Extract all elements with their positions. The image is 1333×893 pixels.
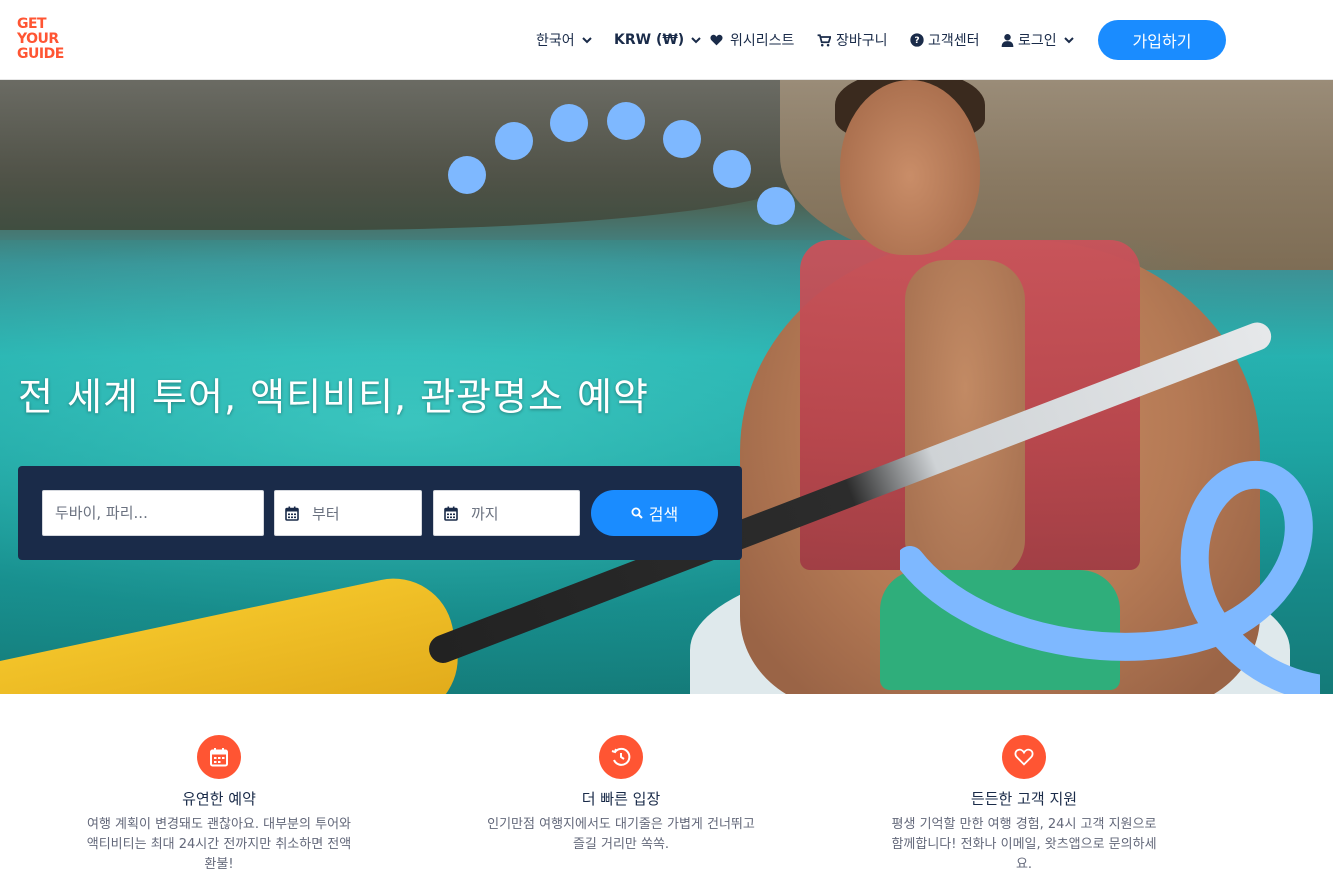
calendar-icon (285, 506, 299, 521)
search-button[interactable]: 검색 (591, 490, 718, 536)
start-date-field[interactable]: 부터 (274, 490, 422, 536)
feature-fast-entry: 더 빠른 입장 인기만점 여행지에서도 대기줄은 가볍게 건너뛰고 즐길 거리만… (476, 735, 766, 855)
svg-text:?: ? (914, 36, 919, 46)
hero-title: 전 세계 투어, 액티비티, 관광명소 예약 (18, 375, 649, 419)
search-panel: 부터 까지 검색 (18, 466, 742, 560)
search-icon (631, 507, 643, 519)
hero-banner: 전 세계 투어, 액티비티, 관광명소 예약 부터 까지 검색 (0, 80, 1333, 694)
cart-label: 장바구니 (836, 33, 888, 49)
wishlist-label: 위시리스트 (730, 33, 795, 49)
chevron-down-icon (691, 36, 701, 43)
login-menu[interactable]: 로그인 (1001, 20, 1074, 60)
login-label: 로그인 (1018, 33, 1057, 49)
destination-input[interactable] (43, 491, 263, 535)
site-header: GET YOUR GUIDE 한국어 KRW (₩) 위시리스트 장바구니 ? … (0, 0, 1333, 80)
cart-link[interactable]: 장바구니 (817, 20, 891, 60)
help-label: 고객센터 (928, 33, 980, 49)
feature-title: 유연한 예약 (182, 790, 256, 808)
heart-icon (710, 34, 723, 46)
heart-icon (1002, 735, 1046, 779)
help-center-link[interactable]: ? 고객센터 (910, 20, 983, 60)
feature-title: 든든한 고객 지원 (970, 790, 1078, 808)
feature-customer-support: 든든한 고객 지원 평생 기억할 만한 여행 경험, 24시 고객 지원으로 함… (879, 735, 1169, 875)
logo-line: YOUR (17, 31, 59, 47)
end-date-field[interactable]: 까지 (433, 490, 580, 536)
feature-flexible-booking: 유연한 예약 여행 계획이 변경돼도 괜찮아요. 대부분의 투어와 액티비티는 … (74, 735, 364, 875)
feature-description: 인기만점 여행지에서도 대기줄은 가볍게 건너뛰고 즐길 거리만 쏙쏙. (487, 817, 755, 852)
fast-clock-icon (599, 735, 643, 779)
calendar-icon (444, 506, 458, 521)
start-date-placeholder: 부터 (312, 504, 340, 523)
destination-field[interactable] (42, 490, 264, 536)
logo-line: GET (17, 16, 47, 32)
logo-line: GUIDE (17, 46, 64, 62)
question-circle-icon: ? (910, 33, 924, 47)
cart-icon (817, 33, 831, 46)
feature-title: 더 빠른 입장 (581, 790, 661, 808)
feature-description: 여행 계획이 변경돼도 괜찮아요. 대부분의 투어와 액티비티는 최대 24시간… (86, 817, 352, 872)
chevron-down-icon (581, 36, 592, 43)
currency-label: KRW (₩) (614, 32, 685, 48)
user-icon (1001, 33, 1014, 47)
currency-selector[interactable]: KRW (₩) (611, 20, 701, 60)
calendar-icon (197, 735, 241, 779)
signup-button[interactable]: 가입하기 (1098, 20, 1226, 60)
language-label: 한국어 (536, 33, 575, 49)
end-date-placeholder: 까지 (471, 504, 499, 523)
wishlist-link[interactable]: 위시리스트 (710, 20, 797, 60)
chevron-down-icon (1063, 36, 1074, 43)
search-button-label: 검색 (648, 505, 679, 524)
language-selector[interactable]: 한국어 (533, 20, 592, 60)
decorative-swirl (900, 460, 1320, 694)
getyourguide-logo[interactable]: GET YOUR GUIDE (17, 17, 77, 63)
feature-description: 평생 기억할 만한 여행 경험, 24시 고객 지원으로 함께합니다! 전화나 … (891, 817, 1157, 872)
